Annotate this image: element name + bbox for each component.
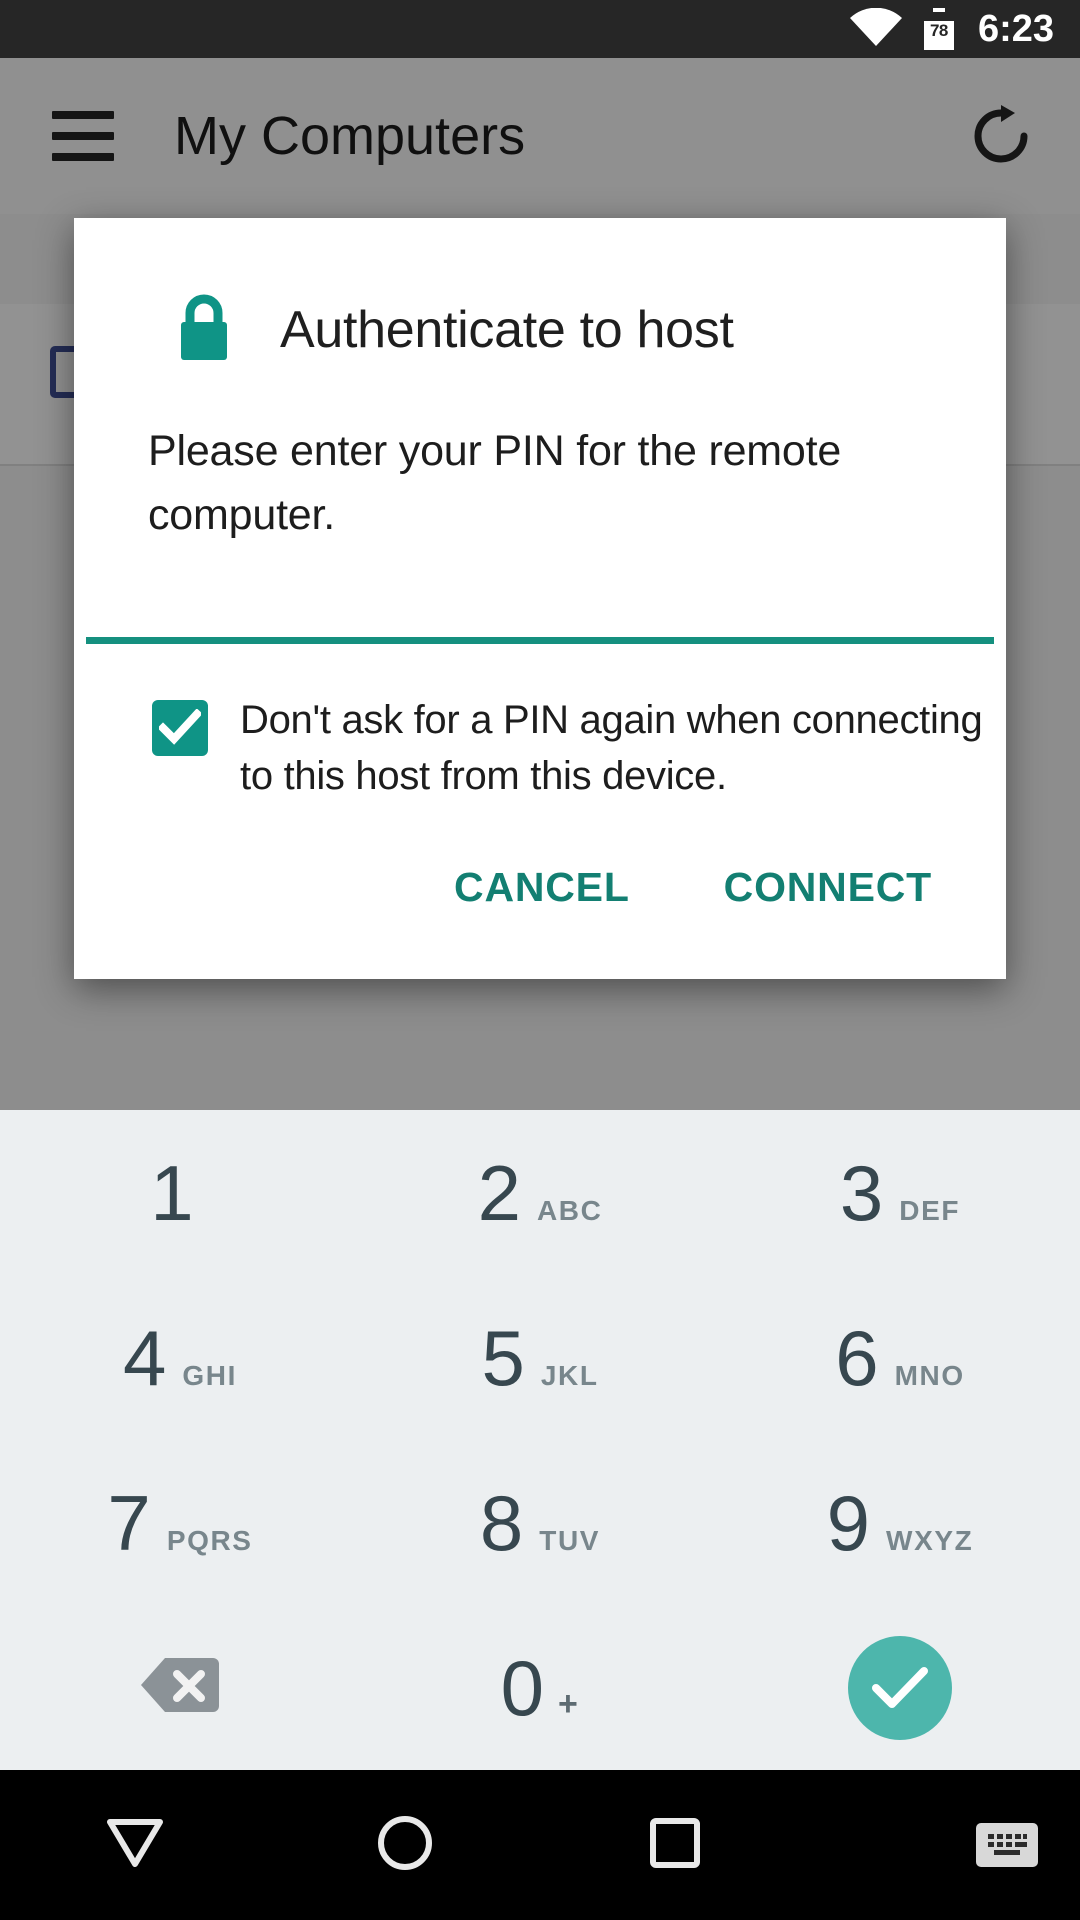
cancel-button[interactable]: CANCEL — [430, 850, 654, 925]
wifi-icon — [849, 7, 902, 51]
status-bar-clock: 6:23 — [977, 8, 1054, 50]
keypad-row-2: 4 GHI 5 JKL 6 MNO — [0, 1275, 1080, 1440]
recents-button[interactable] — [540, 1817, 810, 1874]
home-button[interactable] — [270, 1815, 540, 1876]
key-letters: JKL — [540, 1359, 599, 1391]
keypad-row-1: 1 2 ABC 3 DEF — [0, 1110, 1080, 1275]
battery-level-label: 78 — [929, 21, 948, 40]
key-letters: TUV — [539, 1524, 601, 1556]
back-triangle-icon — [106, 1817, 164, 1874]
key-2[interactable]: 2 ABC — [360, 1110, 720, 1275]
key-0[interactable]: 0 + — [360, 1605, 720, 1770]
key-letters: + — [557, 1684, 580, 1723]
key-digit: 0 — [500, 1643, 544, 1732]
keyboard-icon — [982, 1827, 1032, 1864]
key-6[interactable]: 6 MNO — [720, 1275, 1080, 1440]
battery-icon: 78 — [923, 8, 954, 50]
checkmark-enter-icon — [848, 1635, 952, 1740]
dialog-header: Authenticate to host — [74, 218, 1006, 367]
key-digit: 1 — [150, 1148, 194, 1237]
remember-pin-label: Don't ask for a PIN again when connectin… — [240, 698, 983, 798]
keyboard-switch-button[interactable] — [976, 1823, 1038, 1867]
key-letters: ABC — [536, 1194, 603, 1226]
keypad-row-4: 0 + — [0, 1605, 1080, 1770]
checkmark-icon — [159, 709, 201, 745]
key-5[interactable]: 5 JKL — [360, 1275, 720, 1440]
dialog-actions: CANCEL CONNECT — [74, 804, 1006, 979]
key-letters: PQRS — [166, 1524, 253, 1556]
key-letters: GHI — [182, 1359, 237, 1391]
key-7[interactable]: 7 PQRS — [0, 1440, 360, 1605]
phone-screen: 78 6:23 My Computers Authenticate to hos… — [0, 0, 1080, 1920]
key-digit: 8 — [479, 1478, 524, 1567]
remember-pin-row[interactable]: Don't ask for a PIN again when connectin… — [74, 644, 1006, 804]
authenticate-dialog: Authenticate to host Please enter your P… — [74, 218, 1006, 979]
home-circle-icon — [377, 1815, 433, 1876]
key-digit: 4 — [123, 1313, 167, 1402]
back-button[interactable] — [0, 1817, 270, 1874]
recents-square-icon — [649, 1817, 701, 1874]
dialog-title: Authenticate to host — [280, 300, 734, 359]
enter-key[interactable] — [720, 1605, 1080, 1770]
key-digit: 7 — [107, 1478, 151, 1567]
status-bar: 78 6:23 — [0, 0, 1080, 58]
key-4[interactable]: 4 GHI — [0, 1275, 360, 1440]
backspace-key[interactable] — [0, 1605, 360, 1770]
connect-button[interactable]: CONNECT — [700, 850, 956, 925]
key-letters: WXYZ — [886, 1524, 974, 1556]
key-digit: 5 — [481, 1313, 525, 1402]
key-letters: DEF — [899, 1194, 961, 1226]
key-digit: 6 — [835, 1313, 879, 1402]
key-digit: 9 — [826, 1478, 871, 1567]
keypad-row-3: 7 PQRS 8 TUV 9 WXYZ — [0, 1440, 1080, 1605]
key-8[interactable]: 8 TUV — [360, 1440, 720, 1605]
pin-keypad: 1 2 ABC 3 DEF 4 GHI 5 JKL 6 MNO 7 PQRS 8… — [0, 1110, 1080, 1770]
key-1[interactable]: 1 — [0, 1110, 360, 1275]
key-letters: MNO — [894, 1359, 965, 1391]
key-3[interactable]: 3 DEF — [720, 1110, 1080, 1275]
dialog-message: Please enter your PIN for the remote com… — [148, 427, 842, 539]
dialog-divider — [86, 637, 994, 644]
lock-icon — [174, 292, 234, 367]
navigation-bar — [0, 1770, 1080, 1920]
key-digit: 3 — [839, 1148, 884, 1237]
backspace-icon — [141, 1656, 219, 1719]
key-digit: 2 — [477, 1148, 521, 1237]
remember-pin-checkbox[interactable] — [152, 700, 208, 756]
key-9[interactable]: 9 WXYZ — [720, 1440, 1080, 1605]
